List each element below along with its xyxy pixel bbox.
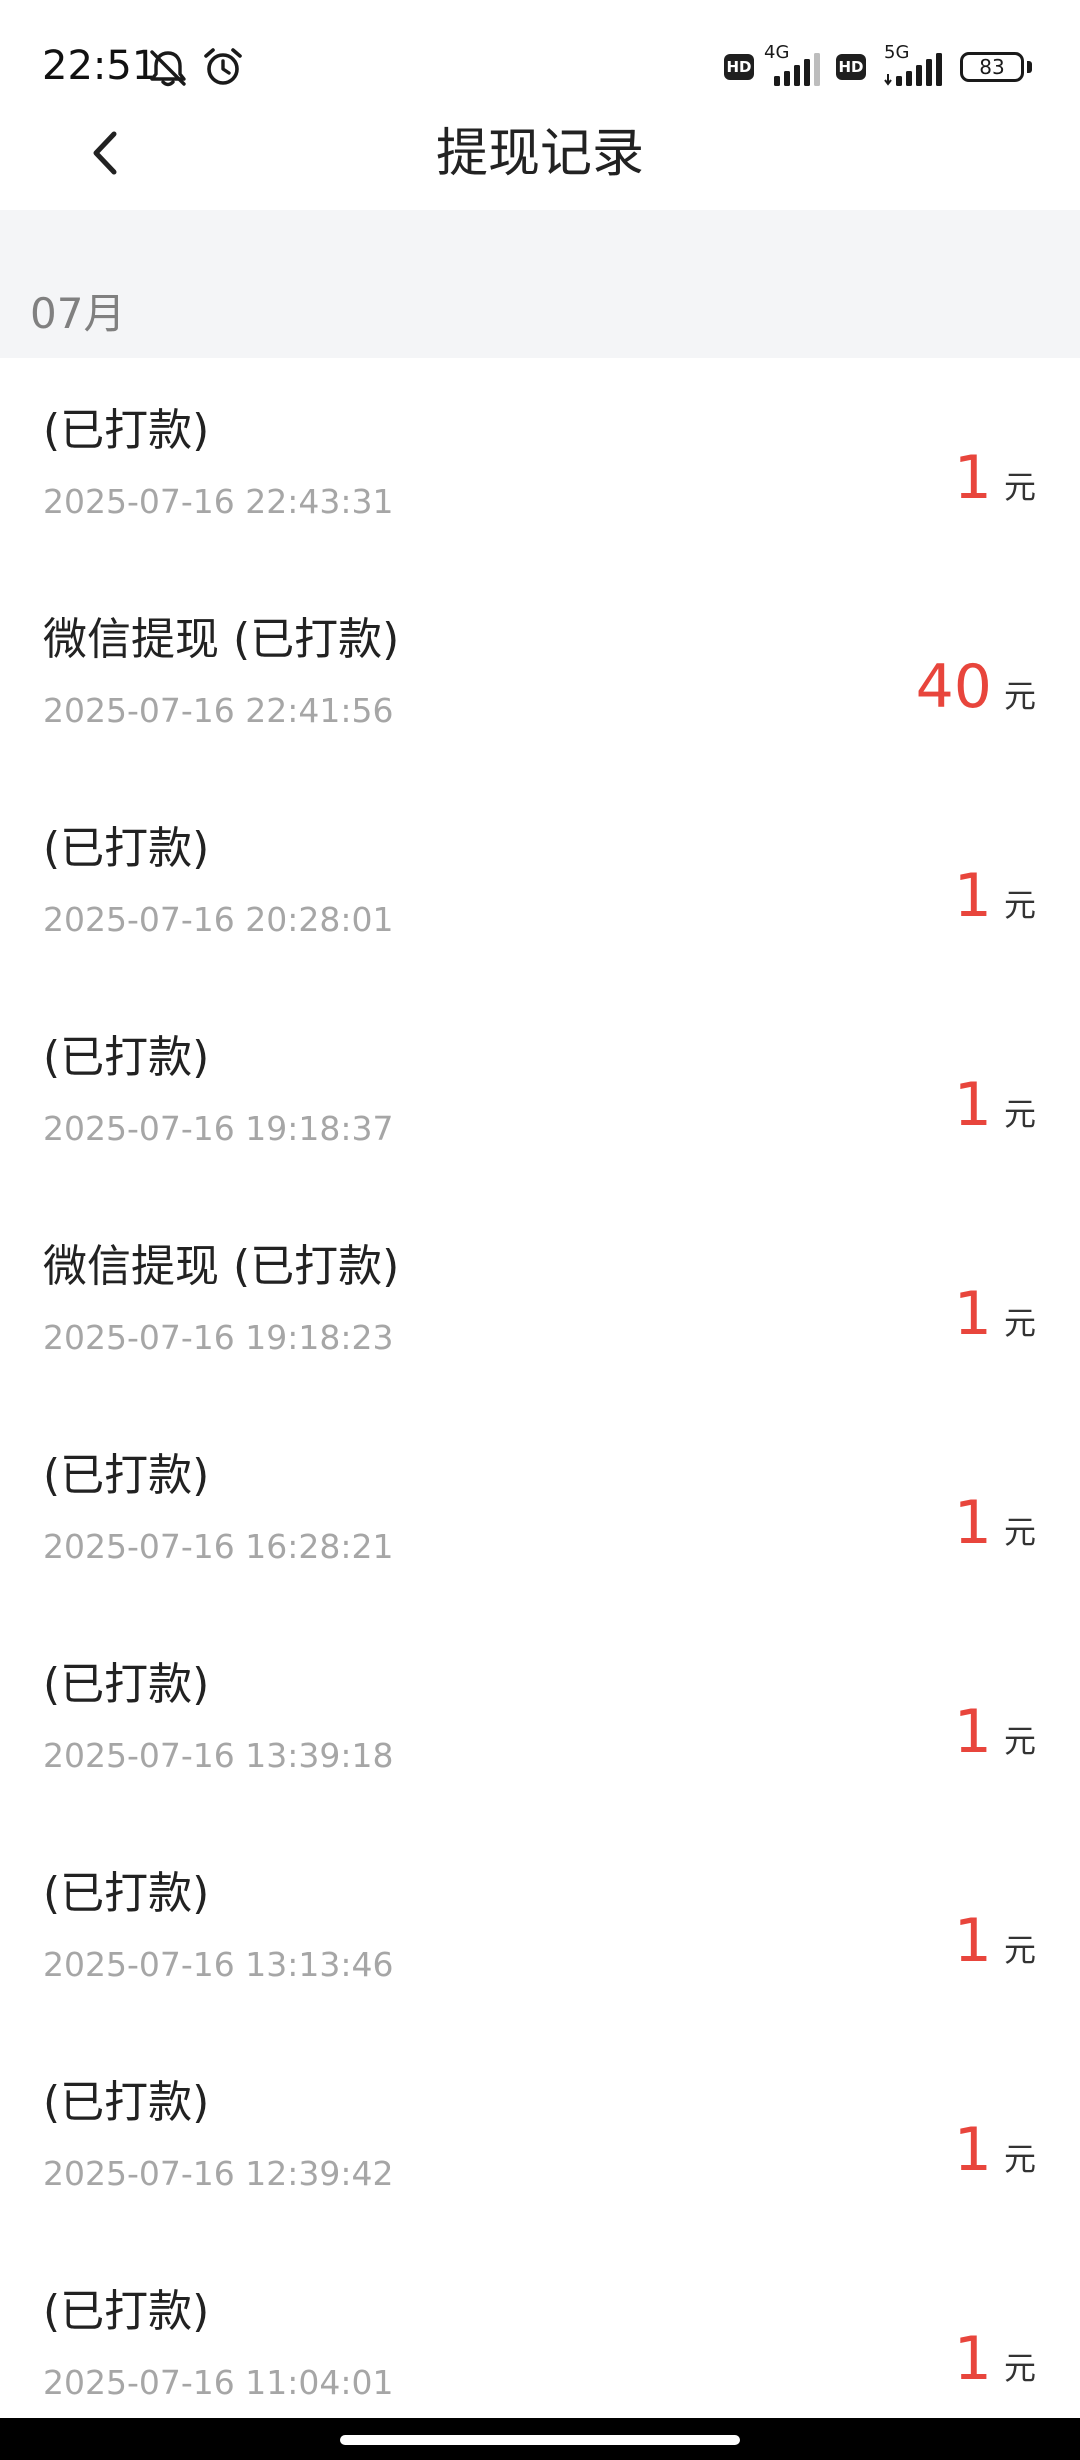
record-title: (已打款) (43, 2077, 210, 2128)
record-amount: 1元 (954, 1696, 1036, 1768)
record-title: (已打款) (43, 1032, 210, 1083)
amount-unit: 元 (1003, 1095, 1036, 1133)
amount-unit: 元 (1003, 2349, 1036, 2387)
amount-value: 1 (953, 443, 992, 513)
amount-unit: 元 (1003, 1304, 1036, 1342)
record-amount: 1元 (954, 2114, 1036, 2186)
record-time: 2025-07-16 11:04:01 (43, 2363, 394, 2402)
amount-unit: 元 (1003, 677, 1036, 715)
month-label: 07月 (30, 289, 126, 338)
record-title: (已打款) (43, 1868, 210, 1919)
battery-level: 83 (979, 55, 1005, 79)
record-title: 微信提现 (已打款) (43, 1241, 400, 1292)
list-item[interactable]: (已打款) 2025-07-16 12:39:42 1元 (0, 2030, 1080, 2239)
list-item[interactable]: (已打款) 2025-07-16 22:43:31 1元 (0, 358, 1080, 567)
record-time: 2025-07-16 22:43:31 (43, 482, 394, 521)
record-time: 2025-07-16 16:28:21 (43, 1527, 394, 1566)
status-bar: 22:51 HD 4G HD 5G 83 (0, 0, 1080, 130)
record-title: (已打款) (43, 2286, 210, 2337)
record-title: (已打款) (43, 405, 210, 456)
amount-unit: 元 (1003, 468, 1036, 506)
battery-nub (1027, 61, 1032, 73)
amount-unit: 元 (1003, 1931, 1036, 1969)
signal-bars-icon (884, 53, 942, 86)
record-amount: 1元 (954, 2323, 1036, 2395)
record-amount: 40 元 (916, 651, 1036, 723)
withdrawal-records-screen: 22:51 HD 4G HD 5G 83 提现记录 07月 (已打款) 2025… (0, 0, 1080, 2460)
amount-value: 1 (953, 2324, 992, 2394)
record-time: 2025-07-16 12:39:42 (43, 2154, 394, 2193)
list-item[interactable]: (已打款) 2025-07-16 11:04:01 1元 (0, 2239, 1080, 2448)
amount-value: 1 (953, 861, 992, 931)
list-item[interactable]: (已打款) 2025-07-16 16:28:21 1元 (0, 1403, 1080, 1612)
bell-mute-icon (150, 50, 186, 87)
amount-value: 1 (953, 1906, 992, 1976)
amount-value: 1 (953, 1488, 992, 1558)
record-time: 2025-07-16 13:13:46 (43, 1945, 394, 1984)
signal-bars-icon (774, 53, 820, 86)
amount-value: 1 (953, 2115, 992, 2185)
amount-value: 1 (953, 1070, 992, 1140)
status-time: 22:51 (42, 43, 158, 89)
amount-unit: 元 (1003, 886, 1036, 924)
list-item[interactable]: (已打款) 2025-07-16 20:28:01 1元 (0, 776, 1080, 985)
month-section-header (0, 210, 1080, 358)
alarm-clock-icon (204, 48, 242, 85)
record-title: 微信提现 (已打款) (43, 614, 400, 665)
list-item[interactable]: 微信提现 (已打款) 2025-07-16 19:18:23 1元 (0, 1194, 1080, 1403)
record-amount: 1元 (954, 1069, 1036, 1141)
record-amount: 1元 (954, 860, 1036, 932)
record-title: (已打款) (43, 1450, 210, 1501)
record-amount: 1元 (954, 1487, 1036, 1559)
home-gesture-handle[interactable] (340, 2435, 740, 2445)
sim1-signal: HD 4G (724, 44, 828, 88)
amount-unit: 元 (1003, 2140, 1036, 2178)
sim2-signal: HD 5G (836, 44, 948, 88)
record-amount: 1元 (954, 442, 1036, 514)
amount-unit: 元 (1003, 1722, 1036, 1760)
record-title: (已打款) (43, 1659, 210, 1710)
list-item[interactable]: (已打款) 2025-07-16 19:18:37 1元 (0, 985, 1080, 1194)
page-title: 提现记录 (435, 124, 644, 184)
list-item[interactable]: 微信提现 (已打款) 2025-07-16 22:41:56 40 元 (0, 567, 1080, 776)
battery-indicator: 83 (960, 52, 1024, 82)
amount-value: 1 (953, 1697, 992, 1767)
list-item[interactable]: (已打款) 2025-07-16 13:39:18 1元 (0, 1612, 1080, 1821)
withdrawal-record-list: (已打款) 2025-07-16 22:43:31 1元 微信提现 (已打款) … (0, 358, 1080, 2448)
record-amount: 1元 (954, 1278, 1036, 1350)
record-time: 2025-07-16 19:18:37 (43, 1109, 394, 1148)
record-time: 2025-07-16 22:41:56 (43, 691, 394, 730)
sim2-hd-badge: HD (836, 54, 866, 80)
list-item[interactable]: (已打款) 2025-07-16 13:13:46 1元 (0, 1821, 1080, 2030)
amount-unit: 元 (1003, 1513, 1036, 1551)
record-time: 2025-07-16 19:18:23 (43, 1318, 394, 1357)
record-title: (已打款) (43, 823, 210, 874)
sim1-hd-badge: HD (724, 54, 754, 80)
record-time: 2025-07-16 13:39:18 (43, 1736, 394, 1775)
amount-value: 1 (953, 1279, 992, 1349)
record-time: 2025-07-16 20:28:01 (43, 900, 394, 939)
record-amount: 1元 (954, 1905, 1036, 1977)
amount-value: 40 (915, 652, 992, 722)
